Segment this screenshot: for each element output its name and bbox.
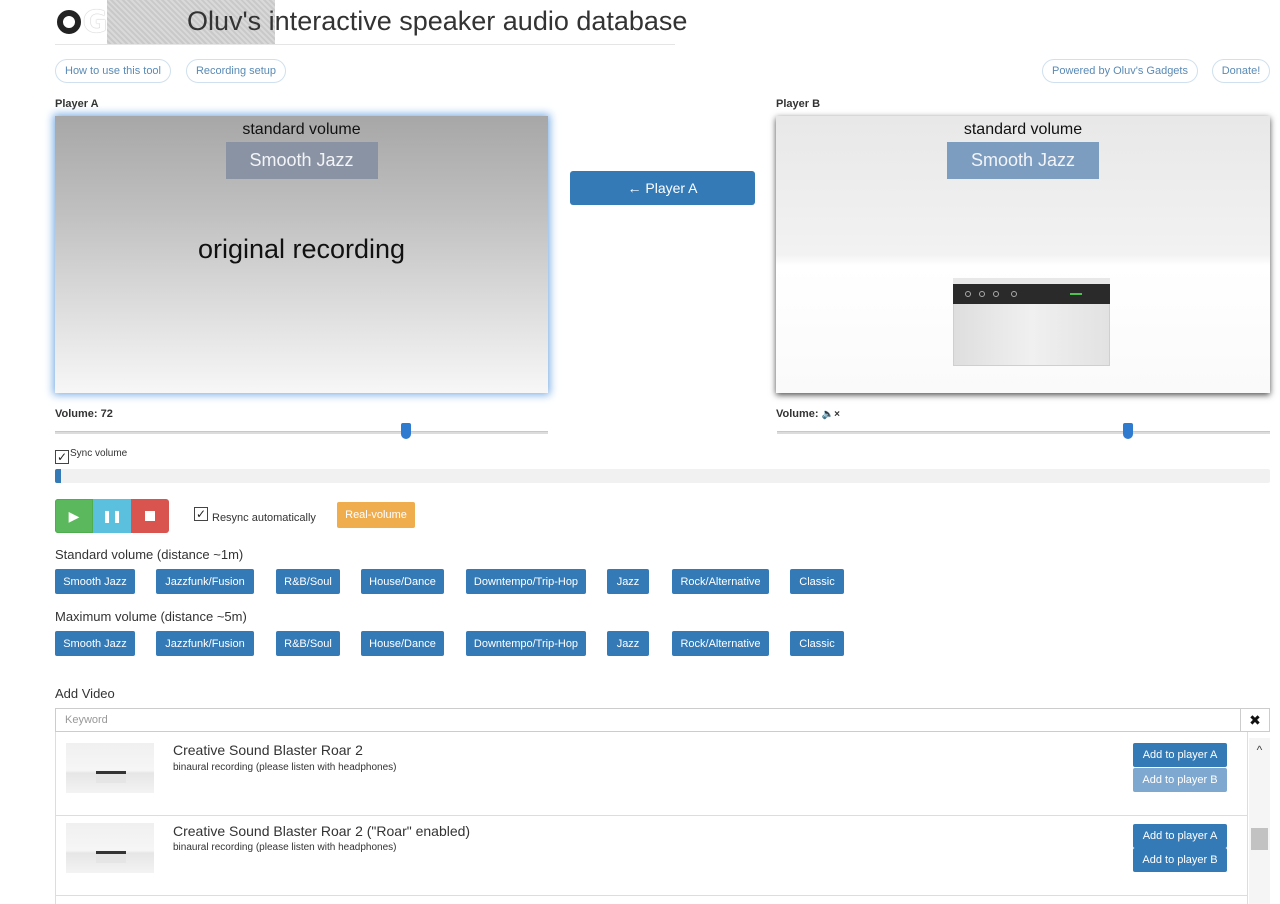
player-b-volume-track[interactable] xyxy=(777,431,1270,434)
playback-progress-bar[interactable] xyxy=(55,469,1270,483)
player-a-caption: original recording xyxy=(197,234,406,264)
player-a-volume-track[interactable] xyxy=(55,431,548,434)
speaker-led xyxy=(1070,293,1082,295)
sync-volume-label: Sync volume xyxy=(70,448,128,459)
pause-button[interactable]: ❚❚ xyxy=(93,499,131,533)
standard-genre-jazz[interactable]: Jazz xyxy=(607,569,649,594)
player-a-genre: Smooth Jazz xyxy=(225,142,378,179)
standard-genre-downtempo[interactable]: Downtempo/Trip-Hop xyxy=(466,569,586,594)
result-subtitle: binaural recording (please listen with h… xyxy=(173,842,397,853)
player-b-volume-label: Volume: 🔈× xyxy=(776,408,840,420)
og-logo: G xyxy=(55,0,107,44)
result-subtitle: binaural recording (please listen with h… xyxy=(173,762,397,773)
maximum-genre-jazzfunk-fusion[interactable]: Jazzfunk/Fusion xyxy=(156,631,254,656)
add-video-heading: Add Video xyxy=(55,686,115,701)
maximum-genre-house-dance[interactable]: House/Dance xyxy=(361,631,444,656)
speaker-muted-icon[interactable]: 🔈× xyxy=(822,409,840,420)
maximum-genre-downtempo[interactable]: Downtempo/Trip-Hop xyxy=(466,631,586,656)
donate-link[interactable]: Donate! xyxy=(1212,59,1270,83)
speaker-thumbnail-icon xyxy=(96,851,126,863)
maximum-genre-jazz[interactable]: Jazz xyxy=(607,631,649,656)
powered-by-link[interactable]: Powered by Oluv's Gadgets xyxy=(1042,59,1198,83)
clear-search-button[interactable]: ✖ xyxy=(1241,708,1270,732)
player-b-genre: Smooth Jazz xyxy=(947,142,1099,179)
maximum-genre-rnb-soul[interactable]: R&B/Soul xyxy=(276,631,340,656)
player-a-volume-mode: standard volume xyxy=(242,121,361,138)
player-b-volume-text: Volume: xyxy=(776,408,819,420)
add-to-player-a-button[interactable]: Add to player A xyxy=(1133,824,1227,848)
player-b-label: Player B xyxy=(776,98,821,110)
standard-genre-house-dance[interactable]: House/Dance xyxy=(361,569,444,594)
close-icon: ✖ xyxy=(1249,711,1261,728)
resync-label: Resync automatically xyxy=(212,512,316,524)
playback-progress-fill xyxy=(55,469,61,483)
standard-genre-jazzfunk-fusion[interactable]: Jazzfunk/Fusion xyxy=(156,569,254,594)
speaker-button-icon xyxy=(1011,291,1017,297)
player-a-label: Player A xyxy=(55,98,99,110)
recording-setup-link[interactable]: Recording setup xyxy=(186,59,286,83)
speaker-button-icon xyxy=(965,291,971,297)
maximum-genre-classic[interactable]: Classic xyxy=(790,631,844,656)
play-button[interactable]: ▶ xyxy=(55,499,93,533)
chevron-up-icon: ^ xyxy=(1256,743,1263,757)
maximum-genre-rock-alternative[interactable]: Rock/Alternative xyxy=(672,631,769,656)
result-divider xyxy=(56,815,1248,816)
stop-icon xyxy=(145,511,155,521)
swap-to-player-a-button[interactable]: ← Player A xyxy=(570,171,755,205)
logo-g: G xyxy=(82,4,108,40)
add-to-player-b-button[interactable]: Add to player B xyxy=(1133,848,1227,872)
keyword-search-input[interactable]: Keyword xyxy=(55,708,1241,732)
maximum-volume-heading: Maximum volume (distance ~5m) xyxy=(55,609,247,624)
add-to-player-a-button[interactable]: Add to player A xyxy=(1133,743,1227,767)
logo-o-ring xyxy=(56,10,81,34)
player-a-volume-handle[interactable] xyxy=(401,423,411,439)
standard-volume-heading: Standard volume (distance ~1m) xyxy=(55,547,244,562)
pause-icon: ❚❚ xyxy=(101,509,123,523)
player-b-volume-handle[interactable] xyxy=(1123,423,1133,439)
play-icon: ▶ xyxy=(68,507,80,524)
resync-checkbox[interactable]: ✓ xyxy=(194,507,208,521)
speaker-button-icon xyxy=(979,291,985,297)
result-divider xyxy=(56,895,1248,896)
how-to-use-link[interactable]: How to use this tool xyxy=(55,59,171,83)
scrollbar-thumb[interactable] xyxy=(1251,828,1268,850)
result-thumbnail[interactable] xyxy=(66,743,154,793)
page-title: Oluv's interactive speaker audio databas… xyxy=(187,6,688,36)
player-b-video[interactable]: standard volume Smooth Jazz xyxy=(776,116,1270,393)
results-scrollbar[interactable] xyxy=(1249,738,1270,904)
result-title: Creative Sound Blaster Roar 2 ("Roar" en… xyxy=(173,823,471,839)
maximum-genre-smooth-jazz[interactable]: Smooth Jazz xyxy=(55,631,135,656)
add-to-player-b-button[interactable]: Add to player B xyxy=(1133,768,1227,792)
stop-button[interactable] xyxy=(131,499,169,533)
scroll-up-arrow[interactable]: ^ xyxy=(1249,740,1270,760)
result-title: Creative Sound Blaster Roar 2 xyxy=(173,742,363,758)
speaker-control-panel xyxy=(953,278,1110,304)
standard-genre-rnb-soul[interactable]: R&B/Soul xyxy=(276,569,340,594)
standard-genre-smooth-jazz[interactable]: Smooth Jazz xyxy=(55,569,135,594)
title-divider xyxy=(55,44,675,45)
speaker-button-icon xyxy=(993,291,999,297)
result-thumbnail[interactable] xyxy=(66,823,154,873)
player-b-volume-mode: standard volume xyxy=(963,121,1083,138)
player-a-volume-label: Volume: 72 xyxy=(55,408,113,420)
player-a-video[interactable]: standard volume Smooth Jazz original rec… xyxy=(55,116,548,393)
real-volume-button[interactable]: Real-volume xyxy=(337,502,415,528)
standard-genre-rock-alternative[interactable]: Rock/Alternative xyxy=(672,569,769,594)
standard-genre-classic[interactable]: Classic xyxy=(790,569,844,594)
sync-volume-checkbox[interactable]: ✓ xyxy=(55,450,69,464)
speaker-thumbnail-icon xyxy=(96,771,126,783)
